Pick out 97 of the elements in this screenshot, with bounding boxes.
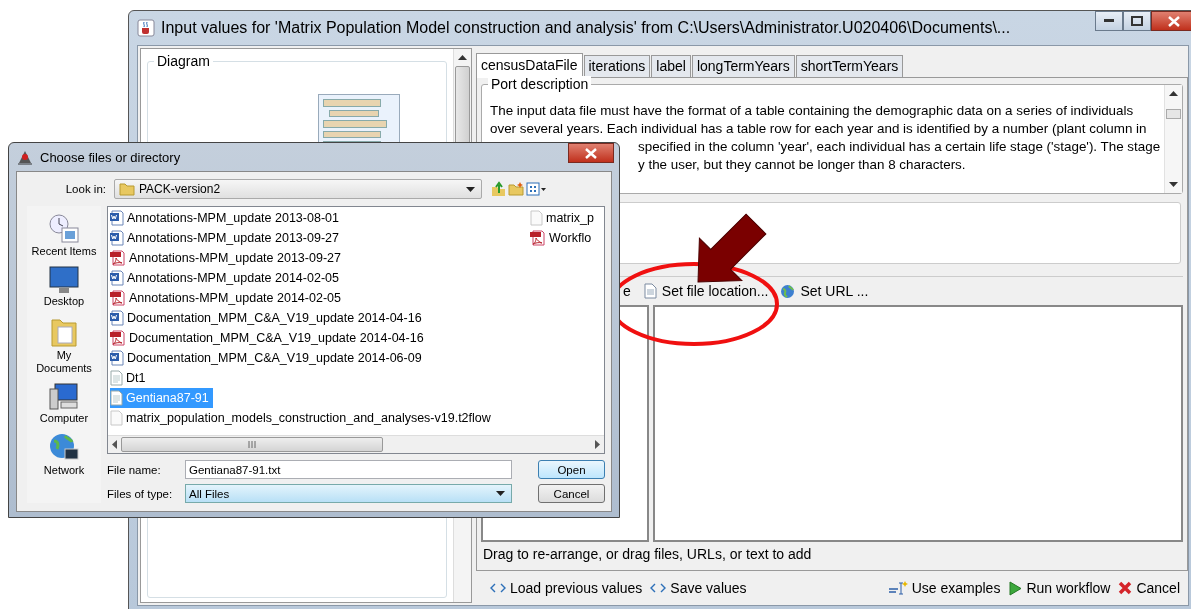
pdf-document-icon [530, 230, 546, 246]
dialog-button[interactable]: Cancel [538, 484, 605, 503]
coffee-cup-icon [137, 19, 155, 37]
caret-icon [466, 186, 475, 192]
horizontal-scrollbar[interactable] [108, 435, 604, 453]
hint-text: Drag to re-arrange, or drag files, URLs, or text to add [482, 545, 813, 564]
file-type-dropdown[interactable]: All Files [185, 484, 512, 503]
file-item[interactable]: matrix_p [530, 208, 598, 228]
description-text: over several years. Each individual has a table row for each year and is identified by a number (plant column in [490, 120, 1148, 138]
places-item[interactable]: Recent Items [29, 214, 99, 258]
close-icon [585, 147, 597, 159]
field-label: Look in: [64, 183, 107, 195]
close-button[interactable] [1151, 11, 1191, 31]
description-text: y the user, but they cannot be longer than 8 characters. [638, 156, 966, 174]
file-item[interactable]: Annotations-MPM_update 2013-09-27 [110, 228, 343, 248]
close-icon [1118, 581, 1133, 595]
file-item[interactable]: Workflo [530, 228, 596, 248]
file-item[interactable]: Annotations-MPM_update 2014-02-05 [110, 288, 345, 308]
field-label: File name: [107, 463, 162, 476]
look-in-dropdown[interactable]: PACK-version2 [114, 179, 482, 199]
close-button[interactable] [568, 143, 614, 163]
footer-button[interactable]: Run workflow [1008, 580, 1111, 596]
file-item[interactable]: Documentation_MPM_C&A_V19_update 2014-04-16 [110, 308, 426, 328]
word-document-icon [110, 270, 124, 286]
maximize-icon [1131, 16, 1143, 26]
group-title: Diagram [154, 53, 213, 69]
file-item[interactable]: Annotations-MPM_update 2014-02-05 [110, 268, 343, 288]
tab[interactable]: iterations [583, 55, 651, 77]
description-text: specified in the column 'year', each individual has a certain life stage ('stage'). The stage [638, 138, 1161, 156]
places-item[interactable]: My Documents [29, 316, 99, 375]
footer-button[interactable]: Use examples [887, 580, 1001, 596]
minimize-button[interactable] [1095, 11, 1123, 31]
pdf-document-icon [110, 330, 126, 346]
word-document-icon [110, 230, 124, 246]
document-icon [642, 283, 657, 299]
pdf-document-icon [110, 250, 126, 266]
grip-icon [248, 441, 256, 448]
right-arrow-icon [595, 440, 600, 449]
toolbar-button[interactable]: Set file location... [642, 283, 769, 299]
tab[interactable]: longTermYears [691, 55, 795, 77]
file-item[interactable]: Documentation_MPM_C&A_V19_update 2014-06-09 [110, 348, 426, 368]
text-file-icon [110, 390, 123, 406]
footer-button[interactable]: Save values [650, 580, 747, 596]
description-text: The input data file must have the format of a table containing the demographic data on a series of individuals [490, 102, 1135, 120]
monitor-icon [49, 266, 79, 294]
group-title: Port description [488, 76, 592, 92]
folder-icon [119, 182, 135, 196]
places-item[interactable]: Computer [29, 383, 99, 425]
tab[interactable]: censusDataFile [476, 53, 583, 78]
play-icon [1008, 580, 1023, 596]
blank-file-icon [110, 410, 123, 426]
file-item[interactable]: Documentation_MPM_C&A_V19_update 2014-04-16 [110, 328, 428, 348]
file-item[interactable]: matrix_population_models_construction_and_analyses-v19.t2flow [110, 408, 495, 428]
places-item[interactable]: Network [29, 433, 99, 477]
arrow-annotation [697, 213, 767, 283]
up-arrow-icon [1169, 91, 1179, 96]
maximize-button[interactable] [1123, 11, 1151, 31]
pdf-document-icon [110, 290, 126, 306]
new-folder-button[interactable] [508, 181, 524, 197]
view-menu-button[interactable] [526, 181, 546, 197]
file-item[interactable]: Dt1 [110, 368, 150, 388]
globe-with-monitor-icon [49, 433, 79, 463]
toolbar-button[interactable]: Set URL ... [780, 283, 869, 299]
footer-button[interactable]: Cancel [1118, 580, 1180, 596]
footer-button[interactable]: Load previous values [490, 580, 643, 596]
file-item[interactable]: Annotations-MPM_update 2013-09-27 [110, 248, 345, 268]
up-arrow-icon [458, 55, 467, 60]
angle-brackets-icon [490, 582, 506, 594]
dialog-button[interactable]: Open [538, 460, 605, 479]
file-item[interactable]: Annotations-MPM_update 2013-08-01 [110, 208, 343, 228]
computer-icon [49, 383, 79, 411]
minimize-icon [1104, 19, 1114, 23]
field-label: Files of type: [107, 487, 174, 500]
word-document-icon [110, 310, 124, 326]
tab[interactable]: label [651, 55, 691, 77]
blank-file-icon [530, 210, 543, 226]
text-file-icon [110, 370, 123, 386]
word-document-icon [110, 210, 124, 226]
word-document-icon [110, 350, 124, 366]
vertical-scrollbar[interactable] [1164, 85, 1182, 193]
file-name-field[interactable]: Gentiana87-91.txt [185, 460, 512, 479]
down-arrow-icon [1169, 182, 1179, 187]
window-title: Input values for 'Matrix Population Model construction and analysis' from C:\Users\Administrator.U020406\Documents\... [161, 19, 1011, 37]
close-icon [1168, 15, 1180, 27]
caret-icon [496, 491, 505, 496]
toolbar-button[interactable]: e [623, 283, 631, 299]
up-folder-button[interactable] [490, 181, 506, 197]
folder-icon [50, 316, 78, 348]
scrollbar-thumb[interactable] [1166, 109, 1182, 119]
left-arrow-icon [112, 440, 117, 449]
places-item[interactable]: Desktop [29, 266, 99, 308]
clock-and-documents-icon [48, 214, 80, 244]
angle-brackets-icon [650, 582, 667, 594]
text-cursor-sparkle-icon [887, 580, 908, 596]
dialog-title: Choose files or directory [40, 149, 181, 165]
tab[interactable]: shortTermYears [795, 55, 904, 77]
globe-icon [780, 283, 796, 299]
